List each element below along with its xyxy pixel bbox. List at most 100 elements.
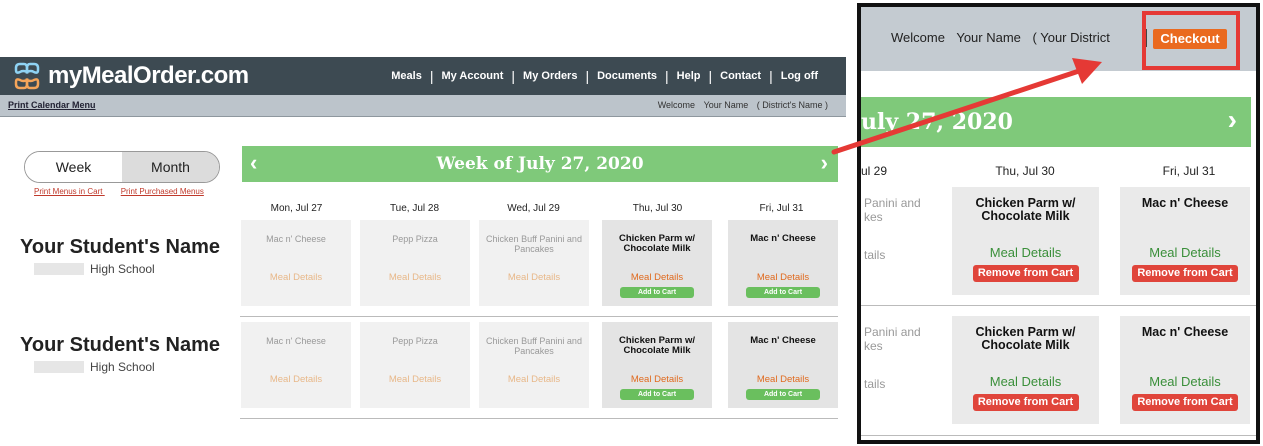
meal-name: Chicken Buff Panini and Pancakes	[486, 234, 582, 254]
nav-help[interactable]: Help	[669, 70, 709, 82]
print-calendar-link[interactable]: Print Calendar Menu	[8, 100, 96, 110]
school-name: High School	[90, 360, 155, 374]
print-menus-in-cart-link[interactable]: Print Menus in Cart	[34, 187, 102, 196]
meal-name: Pepp Pizza	[392, 234, 438, 244]
meal-cell: Pepp Pizza Meal Details	[360, 220, 470, 306]
meal-details-link[interactable]: Meal Details	[602, 272, 712, 283]
partial-meal-line: kes	[864, 339, 883, 353]
remove-from-cart-button[interactable]: Remove from Cart	[1132, 265, 1238, 282]
sub-bar: Print Calendar Menu Welcome Your Name ( …	[0, 95, 846, 117]
nav-documents[interactable]: Documents	[589, 70, 665, 82]
remove-from-cart-button[interactable]: Remove from Cart	[1132, 394, 1238, 411]
nav-my-account[interactable]: My Account	[433, 70, 511, 82]
partial-meal-line: Panini and	[864, 325, 921, 339]
meal-details-link[interactable]: Meal Details	[1120, 245, 1250, 260]
top-nav-bar: myMealOrder.com Meals | My Account | My Or…	[0, 57, 846, 95]
user-name: Your Name	[703, 100, 749, 110]
partial-meal-details[interactable]: tails	[864, 377, 885, 391]
meal-name: Mac n' Cheese	[1141, 196, 1229, 210]
meal-details-link[interactable]: Meal Details	[952, 374, 1099, 389]
meal-details-link[interactable]: Meal Details	[479, 272, 589, 283]
add-to-cart-button[interactable]: Add to Cart	[746, 389, 820, 400]
day-header: Wed, Jul 29	[507, 203, 560, 214]
week-title: Week of July 27, 2020	[436, 154, 644, 174]
meal-cell: Mac n' Cheese Meal Details	[241, 220, 351, 306]
partial-meal-line: kes	[864, 210, 883, 224]
meal-name: Mac n' Cheese	[1141, 325, 1229, 339]
school-row: High School	[20, 360, 230, 374]
print-purchased-menus-link[interactable]: Print Purchased Menus	[121, 187, 204, 196]
meal-details-link[interactable]: Meal Details	[360, 272, 470, 283]
meal-cell: Pepp Pizza Meal Details	[360, 322, 470, 408]
redacted-school-name	[34, 263, 84, 275]
add-to-cart-button[interactable]: Add to Cart	[620, 389, 694, 400]
day-header: Fri, Jul 31	[759, 203, 804, 214]
logo[interactable]: myMealOrder.com	[12, 59, 249, 93]
partial-meal-details[interactable]: tails	[864, 248, 885, 262]
day-header: Mon, Jul 27	[270, 203, 323, 214]
add-to-cart-button[interactable]: Add to Cart	[620, 287, 694, 298]
partial-meal-name: Panini and kes	[864, 325, 921, 353]
student-info: Your Student's Name High School	[20, 334, 230, 374]
meal-details-link[interactable]: Meal Details	[602, 374, 712, 385]
callout-arrow-icon	[831, 58, 1102, 155]
nav-log-off[interactable]: Log off	[773, 70, 826, 82]
meal-cell: Mac n' Cheese Meal Details Remove from C…	[1120, 187, 1250, 295]
meal-cell: Chicken Buff Panini and Pancakes Meal De…	[479, 220, 589, 306]
prev-week-arrow-icon[interactable]: ‹	[250, 150, 257, 176]
row-divider	[240, 418, 838, 419]
welcome-info: Welcome Your Name ( District's Name )	[652, 100, 828, 110]
nav-meals[interactable]: Meals	[383, 70, 430, 82]
week-toggle-button[interactable]: Week	[25, 152, 122, 182]
meal-details-link[interactable]: Meal Details	[360, 374, 470, 385]
meal-details-link[interactable]: Meal Details	[952, 245, 1099, 260]
nav-my-orders[interactable]: My Orders	[515, 70, 585, 82]
print-links: Print Menus in Cart Print Purchased Menu…	[34, 187, 204, 196]
meal-cell: Chicken Parm w/ Chocolate Milk Meal Deta…	[952, 316, 1099, 424]
meal-name: Pepp Pizza	[392, 336, 438, 346]
next-week-arrow-icon[interactable]: ›	[1228, 104, 1237, 136]
nav-contact[interactable]: Contact	[712, 70, 769, 82]
partial-meal-name: Panini and kes	[864, 196, 921, 224]
remove-from-cart-button[interactable]: Remove from Cart	[972, 394, 1079, 411]
view-toggle: Week Month	[24, 151, 220, 183]
school-row: High School	[20, 262, 230, 276]
meal-name: Chicken Parm w/ Chocolate Milk	[618, 233, 696, 254]
meal-cell: Mac n' Cheese Meal Details Remove from C…	[1120, 316, 1250, 424]
meal-details-link[interactable]: Meal Details	[728, 374, 838, 385]
school-name: High School	[90, 262, 155, 276]
week-header: ‹ Week of July 27, 2020 ›	[242, 146, 838, 182]
main-nav: Meals | My Account | My Orders | Documents |…	[383, 57, 826, 95]
meal-details-link[interactable]: Meal Details	[479, 374, 589, 385]
logo-icon	[14, 62, 40, 90]
meal-cell: Mac n' Cheese Meal Details Add to Cart	[728, 322, 838, 408]
welcome-label: Welcome	[657, 100, 696, 110]
district-name: ( District's Name )	[756, 100, 828, 110]
meal-name: Mac n' Cheese	[750, 335, 816, 346]
day-header: Fri, Jul 31	[1162, 164, 1216, 178]
meal-details-link[interactable]: Meal Details	[241, 374, 351, 385]
meal-details-link[interactable]: Meal Details	[241, 272, 351, 283]
remove-from-cart-button[interactable]: Remove from Cart	[972, 265, 1079, 282]
meal-name: Chicken Parm w/ Chocolate Milk	[975, 196, 1076, 223]
meal-order-screenshot: myMealOrder.com Meals | My Account | My Or…	[0, 0, 856, 446]
meal-name: Chicken Buff Panini and Pancakes	[486, 336, 582, 356]
meal-details-link[interactable]: Meal Details	[728, 272, 838, 283]
student-info: Your Student's Name High School	[20, 236, 230, 276]
meal-cell: Chicken Parm w/ Chocolate Milk Meal Deta…	[952, 187, 1099, 295]
meal-cell: Chicken Parm w/ Chocolate Milk Meal Deta…	[602, 322, 712, 408]
meal-name: Mac n' Cheese	[266, 234, 326, 244]
redacted-school-name	[34, 361, 84, 373]
student-name: Your Student's Name	[20, 334, 220, 356]
brand-name: myMealOrder.com	[48, 62, 249, 89]
month-toggle-button[interactable]: Month	[122, 152, 219, 182]
row-divider	[861, 305, 1256, 306]
checkout-highlight-box	[1142, 11, 1240, 70]
day-header: Tue, Jul 28	[389, 203, 440, 214]
meal-details-link[interactable]: Meal Details	[1120, 374, 1250, 389]
meal-cell: Chicken Buff Panini and Pancakes Meal De…	[479, 322, 589, 408]
add-to-cart-button[interactable]: Add to Cart	[746, 287, 820, 298]
meal-cell: Mac n' Cheese Meal Details	[241, 322, 351, 408]
row-divider	[240, 316, 838, 317]
meal-cell: Mac n' Cheese Meal Details Add to Cart	[728, 220, 838, 306]
